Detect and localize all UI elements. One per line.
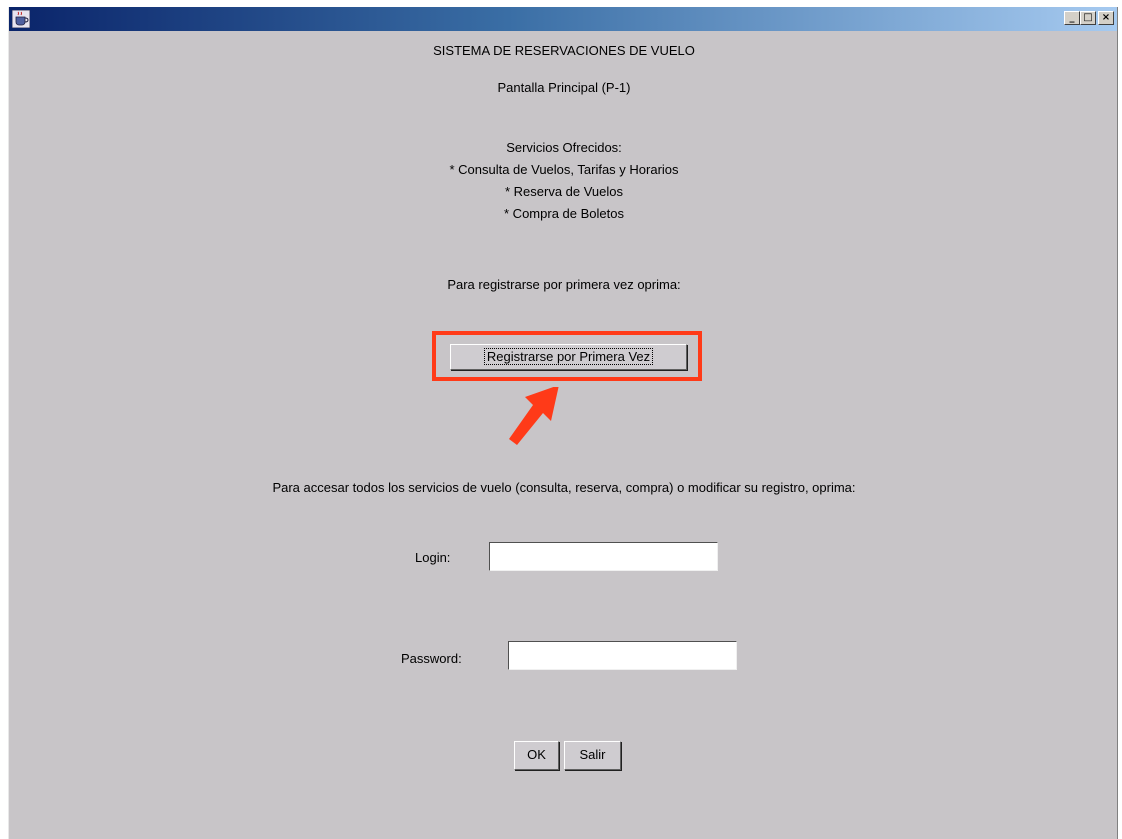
system-title: SISTEMA DE RESERVACIONES DE VUELO bbox=[433, 43, 695, 58]
register-button-label: Registrarse por Primera Vez bbox=[483, 348, 654, 365]
java-cup-icon bbox=[12, 10, 30, 28]
services-heading: Servicios Ofrecidos: bbox=[506, 140, 622, 155]
login-input[interactable] bbox=[489, 542, 718, 571]
close-button[interactable]: × bbox=[1098, 11, 1114, 25]
maximize-button[interactable]: □ bbox=[1080, 11, 1096, 25]
app-window: _ □ × SISTEMA DE RESERVACIONES DE VUELO … bbox=[8, 7, 1118, 839]
title-bar[interactable]: _ □ × bbox=[9, 7, 1117, 31]
register-prompt: Para registrarse por primera vez oprima: bbox=[447, 277, 681, 292]
ok-button[interactable]: OK bbox=[514, 741, 559, 770]
access-prompt: Para accesar todos los servicios de vuel… bbox=[272, 480, 856, 495]
password-input[interactable] bbox=[508, 641, 737, 670]
exit-button[interactable]: Salir bbox=[564, 741, 621, 770]
service-item-compra: * Compra de Boletos bbox=[504, 206, 624, 221]
minimize-button[interactable]: _ bbox=[1064, 11, 1080, 25]
service-item-consulta: * Consulta de Vuelos, Tarifas y Horarios bbox=[449, 162, 679, 177]
login-label: Login: bbox=[415, 550, 451, 565]
password-label: Password: bbox=[401, 651, 462, 666]
window-controls: _ □ × bbox=[1064, 11, 1114, 25]
service-item-reserva: * Reserva de Vuelos bbox=[504, 184, 624, 199]
arrow-pointer-icon bbox=[509, 387, 559, 445]
register-button[interactable]: Registrarse por Primera Vez bbox=[450, 344, 687, 370]
screen-title: Pantalla Principal (P-1) bbox=[497, 80, 631, 95]
